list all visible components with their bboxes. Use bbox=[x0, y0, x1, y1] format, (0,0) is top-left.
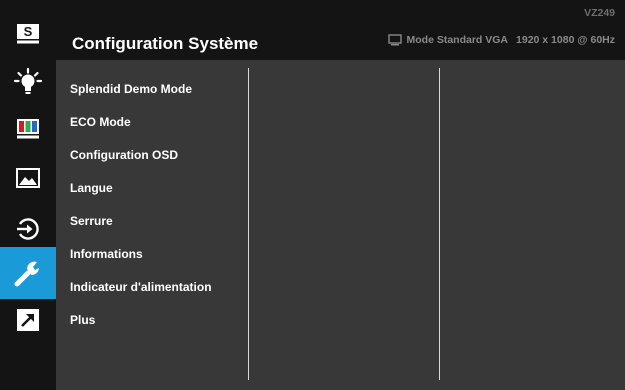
system-setup-menu: Splendid Demo Mode ECO Mode Configuratio… bbox=[56, 60, 625, 390]
monitor-icon bbox=[387, 34, 402, 46]
model-name: VZ249 bbox=[584, 7, 615, 19]
sidebar-item-blue-light[interactable] bbox=[0, 56, 56, 108]
menu-item-power-indicator[interactable]: Indicateur d'alimentation bbox=[70, 280, 212, 294]
splendid-icon-label: S bbox=[24, 24, 33, 39]
header: Configuration Système VZ249 Mode Standar… bbox=[56, 0, 625, 60]
menu-item-osd-setup[interactable]: Configuration OSD bbox=[70, 148, 178, 162]
menu-item-eco-mode[interactable]: ECO Mode bbox=[70, 115, 131, 129]
input-select-icon bbox=[17, 218, 39, 240]
sidebar-item-splendid[interactable]: S bbox=[0, 8, 56, 60]
sidebar-item-image[interactable] bbox=[0, 152, 56, 204]
menu-item-language[interactable]: Langue bbox=[70, 181, 113, 195]
sidebar: S bbox=[0, 0, 56, 390]
menu-item-information[interactable]: Informations bbox=[70, 247, 143, 261]
menu-item-key-lock[interactable]: Serrure bbox=[70, 214, 113, 228]
resolution-label: 1920 x 1080 @ 60Hz bbox=[516, 34, 615, 46]
menu-item-more[interactable]: Plus bbox=[70, 313, 95, 327]
sidebar-item-shortcut[interactable] bbox=[0, 294, 56, 346]
column-divider-right bbox=[439, 68, 440, 380]
splendid-icon: S bbox=[17, 24, 39, 44]
osd-window: S Configuration Système VZ249 Mode Stand… bbox=[0, 0, 625, 390]
image-icon bbox=[16, 168, 40, 188]
sidebar-item-system-setup[interactable] bbox=[0, 247, 56, 299]
color-icon bbox=[17, 119, 39, 139]
page-title: Configuration Système bbox=[72, 34, 259, 53]
menu-item-splendid-demo-mode[interactable]: Splendid Demo Mode bbox=[70, 82, 192, 96]
shortcut-icon bbox=[17, 309, 39, 331]
sidebar-item-color[interactable] bbox=[0, 103, 56, 155]
blue-light-filter-icon bbox=[13, 67, 43, 94]
column-divider-left bbox=[248, 68, 249, 380]
wrench-icon bbox=[14, 261, 39, 287]
input-status: Mode Standard VGA 1920 x 1080 @ 60Hz bbox=[387, 34, 615, 46]
mode-label: Mode Standard VGA bbox=[406, 34, 509, 46]
